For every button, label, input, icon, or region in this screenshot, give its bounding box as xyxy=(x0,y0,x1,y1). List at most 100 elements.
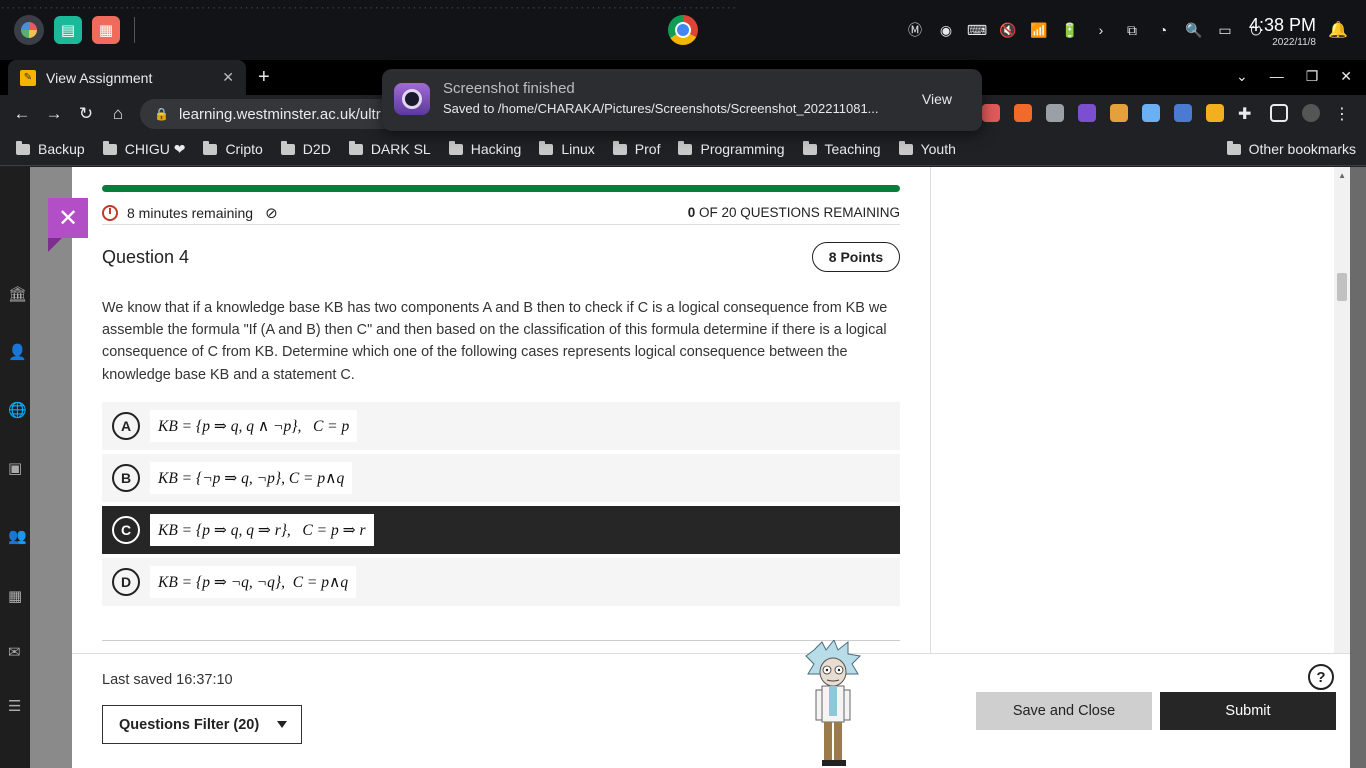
answer-option-a[interactable]: A KB = {p ⇒ q, q ∧ ¬p}, C = p xyxy=(102,402,900,450)
chevron-right-icon[interactable]: › xyxy=(1091,20,1111,40)
extension-cube-icon[interactable] xyxy=(1078,104,1096,122)
wifi-icon[interactable]: 📶 xyxy=(1029,20,1049,40)
software-app-icon[interactable]: ▦ xyxy=(92,16,120,44)
chrome-tray-icon[interactable]: ◉ xyxy=(936,20,956,40)
search-icon[interactable]: 🔍 xyxy=(1184,20,1204,40)
progress-bar xyxy=(102,185,900,192)
bookmark-folder[interactable]: Teaching xyxy=(802,140,881,157)
help-question-icon[interactable]: ? xyxy=(1308,664,1334,690)
profile-avatar[interactable] xyxy=(1302,104,1320,122)
extension-fox-icon[interactable] xyxy=(1014,104,1032,122)
forward-arrow-icon[interactable]: → xyxy=(44,104,64,124)
bookmark-folder[interactable]: Prof xyxy=(612,140,660,157)
notification-bell-icon[interactable]: 🔔 xyxy=(1328,20,1348,40)
bookmark-folder[interactable]: Programming xyxy=(678,140,785,157)
bookmark-folder[interactable]: Hacking xyxy=(448,140,521,157)
assessment-footer: Last saved 16:37:10 Questions Filter (20… xyxy=(72,653,1350,768)
app-m-icon[interactable]: Ⓜ xyxy=(905,20,925,40)
restore-icon[interactable]: ❐ xyxy=(1306,68,1319,85)
questions-remaining: 0 OF 20 QUESTIONS REMAINING xyxy=(687,205,900,220)
other-bookmarks[interactable]: Other bookmarks xyxy=(1226,140,1356,157)
notification-body: Saved to /home/CHARAKA/Pictures/Screensh… xyxy=(443,101,879,116)
bookmark-folder[interactable]: Linux xyxy=(539,140,595,157)
submit-button[interactable]: Submit xyxy=(1160,692,1336,730)
scrollbar-thumb[interactable] xyxy=(1337,273,1347,301)
option-formula: KB = {p ⇒ ¬q, ¬q}, C = p∧q xyxy=(150,566,357,598)
bookmark-folder[interactable]: Cripto xyxy=(203,140,263,157)
scrollbar[interactable]: ▲ xyxy=(1334,167,1350,653)
home-icon[interactable]: ⌂ xyxy=(108,104,128,124)
extension-off-icon[interactable] xyxy=(1174,104,1192,122)
extension-grid-icon[interactable] xyxy=(1206,104,1224,122)
lock-icon[interactable]: 🔒 xyxy=(154,107,169,121)
grades-icon[interactable]: ☰ xyxy=(8,697,21,715)
battery-icon[interactable]: 🔋 xyxy=(1060,20,1080,40)
extension-owl-icon[interactable] xyxy=(1046,104,1064,122)
institution-icon[interactable]: 🏛 xyxy=(8,285,27,303)
app-launcher-icon[interactable] xyxy=(14,15,44,45)
extensions-row: ✚ ⋮ xyxy=(982,104,1352,123)
bookmark-folder[interactable]: Backup xyxy=(16,140,85,157)
option-letter: D xyxy=(112,568,140,596)
answer-option-d[interactable]: D KB = {p ⇒ ¬q, ¬q}, C = p∧q xyxy=(102,558,900,606)
system-clock[interactable]: 4:38 PM 2022/11/8 xyxy=(1249,16,1316,49)
pencil-favicon-icon: ✎ xyxy=(20,69,36,86)
calendar-icon[interactable]: ▦ xyxy=(8,587,22,605)
new-tab-plus-icon[interactable]: + xyxy=(258,66,270,89)
files-app-icon[interactable]: ▤ xyxy=(54,16,82,44)
side-panel-icon[interactable] xyxy=(1270,104,1288,122)
chrome-taskbar-icon[interactable] xyxy=(668,15,698,45)
reload-icon[interactable]: ↻ xyxy=(76,104,96,124)
questions-filter-dropdown[interactable]: Questions Filter (20) xyxy=(102,705,302,744)
bookmark-folder[interactable]: Youth xyxy=(898,140,956,157)
save-and-close-button[interactable]: Save and Close xyxy=(976,692,1152,730)
close-assessment-button[interactable]: ✕ xyxy=(48,198,88,252)
bookmark-folder[interactable]: DARK SL xyxy=(348,140,431,157)
window-controls: ⌄ — ❐ ✕ xyxy=(1236,68,1352,85)
close-x-icon: ✕ xyxy=(57,204,79,232)
folder-icon xyxy=(102,140,117,155)
hide-timer-eye-icon[interactable]: ⊘ xyxy=(265,204,278,222)
option-formula: KB = {p ⇒ q, q ⇒ r}, C = p ⇒ r xyxy=(150,514,374,546)
close-tab-icon[interactable]: ✕ xyxy=(222,69,234,86)
tab-view-assignment[interactable]: ✎ View Assignment ✕ xyxy=(8,60,246,95)
close-window-icon[interactable]: ✕ xyxy=(1340,68,1352,85)
screenshot-notification[interactable]: Screenshot finished Saved to /home/CHARA… xyxy=(382,69,982,131)
extensions-puzzle-icon[interactable]: ✚ xyxy=(1238,104,1256,123)
scroll-up-arrow-icon[interactable]: ▲ xyxy=(1338,171,1346,180)
extension-arrow-icon[interactable] xyxy=(982,104,1000,122)
extension-mushroom-icon[interactable] xyxy=(1110,104,1128,122)
minimize-icon[interactable]: — xyxy=(1270,68,1284,85)
bookmark-folder[interactable]: D2D xyxy=(280,140,331,157)
screenshot-icon[interactable]: ⧉ xyxy=(1122,20,1142,40)
courses-icon[interactable]: ▣ xyxy=(8,459,22,477)
notification-view-button[interactable]: View xyxy=(922,91,952,107)
keyboard-layout-icon[interactable]: ▭ xyxy=(1215,20,1235,40)
back-arrow-icon[interactable]: ← xyxy=(12,104,32,124)
answer-option-c[interactable]: C KB = {p ⇒ q, q ⇒ r}, C = p ⇒ r xyxy=(102,506,900,554)
keyboard-icon[interactable]: ⌨ xyxy=(967,20,987,40)
question-divider xyxy=(102,640,900,641)
tab-search-chevron-icon[interactable]: ⌄ xyxy=(1236,68,1248,85)
os-launcher-area: ▤ ▦ xyxy=(14,15,135,45)
groups-icon[interactable]: 👥 xyxy=(8,527,27,545)
kebab-menu-icon[interactable]: ⋮ xyxy=(1334,104,1352,123)
messages-icon[interactable]: ✉ xyxy=(8,643,21,661)
lms-page: 🏛 👤 🌐 ▣ 👥 ▦ ✉ ☰ 8 minutes remaining ⊘ 0 … xyxy=(0,167,1366,768)
activity-icon[interactable]: ◔ xyxy=(1153,20,1173,40)
clock-date: 2022/11/8 xyxy=(1272,37,1316,48)
extension-pen-icon[interactable] xyxy=(1142,104,1160,122)
option-letter: B xyxy=(112,464,140,492)
option-formula: KB = {¬p ⇒ q, ¬p}, C = p∧q xyxy=(150,462,353,494)
notification-title: Screenshot finished xyxy=(443,80,575,97)
question-title: Question 4 xyxy=(102,247,190,267)
bookmark-folder[interactable]: CHIGU ❤ xyxy=(102,140,185,158)
profile-icon[interactable]: 👤 xyxy=(8,343,27,361)
timer-icon xyxy=(102,204,118,221)
camera-icon xyxy=(394,83,430,115)
answer-option-b[interactable]: B KB = {¬p ⇒ q, ¬p}, C = p∧q xyxy=(102,454,900,502)
globe-icon[interactable]: 🌐 xyxy=(8,401,27,419)
folder-icon xyxy=(16,140,30,155)
volume-muted-icon[interactable]: 🔇 xyxy=(998,20,1018,40)
folder-icon xyxy=(678,140,693,155)
